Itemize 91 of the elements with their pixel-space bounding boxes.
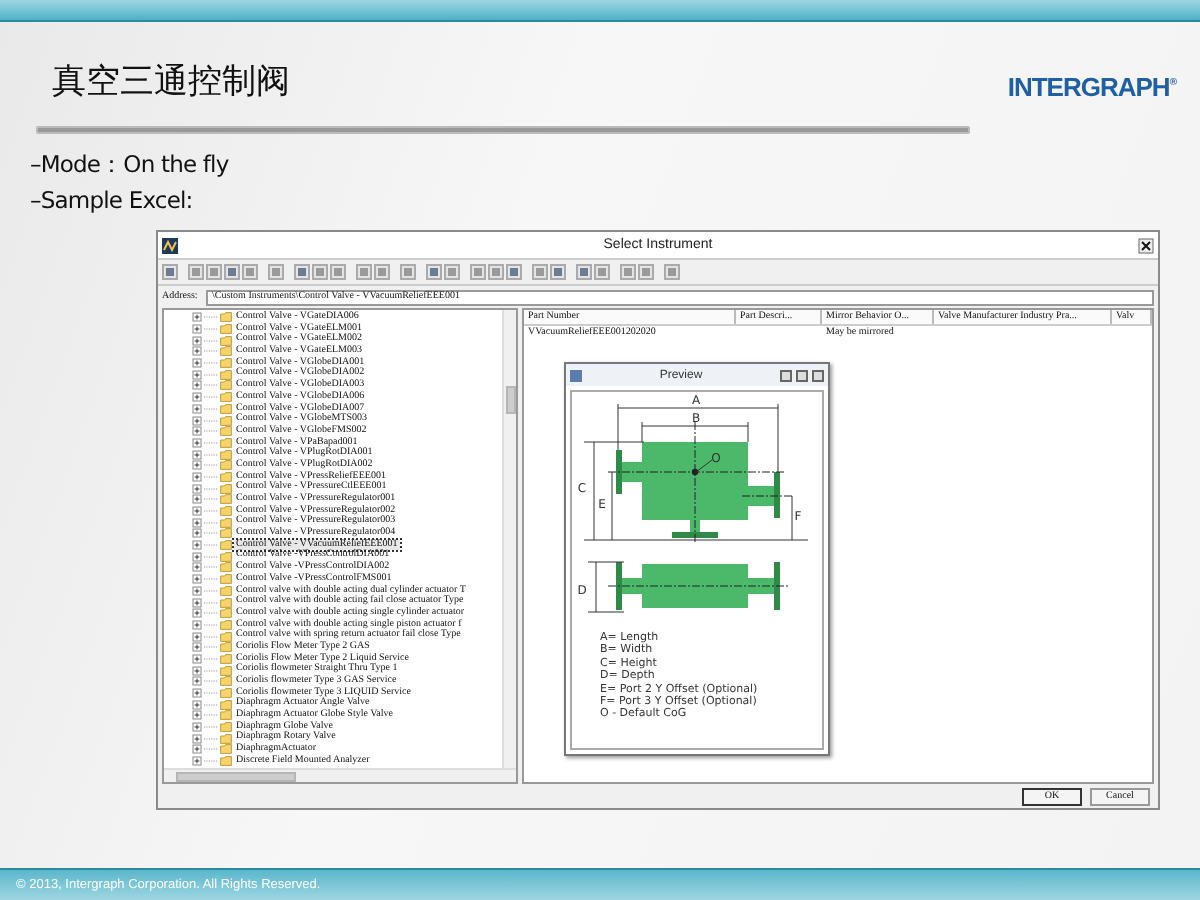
expander-icon[interactable] bbox=[192, 608, 202, 619]
tree-line bbox=[204, 396, 218, 399]
expander-icon[interactable] bbox=[192, 676, 202, 687]
expander-icon[interactable] bbox=[192, 437, 202, 448]
expander-icon[interactable] bbox=[192, 574, 202, 585]
horizontal-scrollbar[interactable] bbox=[164, 768, 516, 782]
expander-icon[interactable] bbox=[192, 699, 202, 710]
tree-line bbox=[204, 578, 218, 581]
expander-icon[interactable] bbox=[192, 426, 202, 437]
expander-icon[interactable] bbox=[192, 653, 202, 664]
tree-line bbox=[204, 487, 218, 490]
app-icon bbox=[162, 237, 178, 253]
tree-line bbox=[204, 384, 218, 387]
expander-icon[interactable] bbox=[192, 619, 202, 630]
expander-icon[interactable] bbox=[192, 744, 202, 755]
expander-icon[interactable] bbox=[192, 335, 202, 346]
tree-line bbox=[204, 703, 218, 706]
expander-icon[interactable] bbox=[192, 642, 202, 653]
expander-icon[interactable] bbox=[192, 346, 202, 357]
tree-line bbox=[204, 430, 218, 433]
maximize-icon[interactable] bbox=[796, 369, 808, 381]
expander-icon[interactable] bbox=[192, 597, 202, 608]
expander-icon[interactable] bbox=[192, 392, 202, 403]
tree-line bbox=[204, 555, 218, 558]
bullet-text: –Sample Excel: bbox=[30, 184, 195, 218]
tree-line bbox=[204, 760, 218, 763]
expander-icon[interactable] bbox=[192, 380, 202, 391]
tree-line bbox=[204, 521, 218, 524]
tree-line bbox=[204, 635, 218, 638]
expander-icon[interactable] bbox=[192, 449, 202, 460]
expander-icon[interactable] bbox=[192, 528, 202, 539]
tree-line bbox=[204, 589, 218, 592]
tree-line bbox=[204, 623, 218, 626]
tree-line bbox=[204, 544, 218, 547]
expander-icon[interactable] bbox=[192, 756, 202, 767]
expander-icon[interactable] bbox=[192, 688, 202, 699]
tree-line bbox=[204, 646, 218, 649]
tree-line bbox=[204, 601, 218, 604]
tree-line bbox=[204, 748, 218, 751]
tree-line bbox=[204, 407, 218, 410]
tree-line bbox=[204, 692, 218, 695]
expander-icon[interactable] bbox=[192, 551, 202, 562]
tree-line bbox=[204, 453, 218, 456]
tree-line bbox=[204, 419, 218, 422]
close-icon[interactable] bbox=[1138, 237, 1154, 253]
vertical-scrollbar[interactable] bbox=[502, 310, 516, 768]
tree-line bbox=[204, 510, 218, 513]
tree-line bbox=[204, 669, 218, 672]
expander-icon[interactable] bbox=[192, 415, 202, 426]
bullet-text: –Mode：On the fly bbox=[30, 148, 231, 182]
expander-icon[interactable] bbox=[192, 369, 202, 380]
expander-icon[interactable] bbox=[192, 562, 202, 573]
expander-icon[interactable] bbox=[192, 471, 202, 482]
expander-icon[interactable] bbox=[192, 710, 202, 721]
tree-line bbox=[204, 373, 218, 376]
expander-icon[interactable] bbox=[192, 483, 202, 494]
expander-icon[interactable] bbox=[192, 722, 202, 733]
tree-line bbox=[204, 726, 218, 729]
tree-line bbox=[204, 464, 218, 467]
tree-line bbox=[204, 566, 218, 569]
tree-line bbox=[204, 532, 218, 535]
tree-line bbox=[204, 328, 218, 331]
tree-line bbox=[204, 657, 218, 660]
tree-line bbox=[204, 362, 218, 365]
expander-icon[interactable] bbox=[192, 540, 202, 551]
expander-icon[interactable] bbox=[192, 517, 202, 528]
company-logo: INTERGRAPH$^{®}$ bbox=[1007, 71, 1176, 101]
expander-icon[interactable] bbox=[192, 585, 202, 596]
tree-line bbox=[204, 680, 218, 683]
minimize-icon[interactable] bbox=[780, 369, 792, 381]
tree-line bbox=[204, 714, 218, 717]
expander-icon[interactable] bbox=[192, 403, 202, 414]
expander-icon[interactable] bbox=[192, 358, 202, 369]
tree-line bbox=[204, 350, 218, 353]
slide-title: 真空三通控制阀 bbox=[52, 59, 290, 103]
tree-line bbox=[204, 498, 218, 501]
expander-icon[interactable] bbox=[192, 733, 202, 744]
expander-icon[interactable] bbox=[192, 494, 202, 505]
expander-icon[interactable] bbox=[192, 665, 202, 676]
tree-line bbox=[204, 475, 218, 478]
tree-line bbox=[204, 339, 218, 342]
tree-line bbox=[204, 441, 218, 444]
expander-icon[interactable] bbox=[192, 460, 202, 471]
expander-icon[interactable] bbox=[192, 506, 202, 517]
window-icon bbox=[570, 369, 582, 381]
tree-line bbox=[204, 737, 218, 740]
tree-line bbox=[204, 612, 218, 615]
expander-icon[interactable] bbox=[192, 312, 202, 323]
tree-line bbox=[204, 316, 218, 319]
expander-icon[interactable] bbox=[192, 631, 202, 642]
expander-icon[interactable] bbox=[192, 324, 202, 335]
